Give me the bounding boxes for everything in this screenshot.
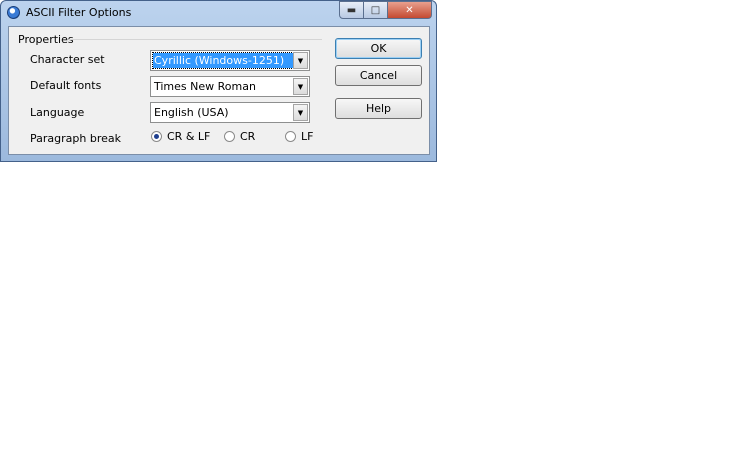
help-button[interactable]: Help — [335, 98, 422, 119]
chevron-down-icon[interactable]: ▼ — [293, 104, 308, 121]
close-icon: ✕ — [405, 4, 414, 16]
radio-lf[interactable]: LF — [285, 130, 313, 143]
chevron-down-icon[interactable]: ▼ — [293, 52, 308, 69]
minimize-icon: ▬ — [346, 4, 357, 16]
ascii-filter-options-dialog: ASCII Filter Options ▬ □ ✕ Properties Ch… — [0, 0, 437, 162]
radio-cr-label: CR — [240, 130, 256, 143]
radio-cr-lf-label: CR & LF — [167, 130, 211, 143]
language-select[interactable]: English (USA) ▼ — [150, 102, 310, 123]
ok-button[interactable]: OK — [335, 38, 422, 59]
window-title: ASCII Filter Options — [26, 6, 132, 19]
radio-dot[interactable] — [224, 131, 235, 142]
default-fonts-label: Default fonts — [30, 79, 102, 92]
default-fonts-value: Times New Roman — [154, 80, 256, 93]
paragraph-break-label: Paragraph break — [30, 132, 121, 145]
radio-cr-lf[interactable]: CR & LF — [151, 130, 210, 143]
character-set-value: Cyrillic (Windows-1251) — [152, 52, 294, 69]
close-button[interactable]: ✕ — [388, 1, 432, 19]
default-fonts-select[interactable]: Times New Roman ▼ — [150, 76, 310, 97]
maximize-icon: □ — [370, 4, 381, 16]
app-icon — [7, 6, 20, 19]
chevron-down-icon[interactable]: ▼ — [293, 78, 308, 95]
cancel-button[interactable]: Cancel — [335, 65, 422, 86]
properties-group-label: Properties — [18, 33, 74, 46]
character-set-select[interactable]: Cyrillic (Windows-1251) ▼ — [150, 50, 310, 71]
dialog-client-area: Properties Character set Cyrillic (Windo… — [8, 26, 430, 155]
radio-cr[interactable]: CR — [224, 130, 255, 143]
caption-buttons: ▬ □ ✕ — [339, 1, 432, 19]
maximize-button[interactable]: □ — [364, 1, 388, 19]
radio-dot-selected[interactable] — [151, 131, 162, 142]
language-value: English (USA) — [154, 106, 229, 119]
language-label: Language — [30, 106, 85, 119]
title-bar[interactable]: ASCII Filter Options ▬ □ ✕ — [1, 1, 436, 25]
radio-dot[interactable] — [285, 131, 296, 142]
radio-lf-label: LF — [301, 130, 314, 143]
group-divider — [69, 39, 322, 40]
minimize-button[interactable]: ▬ — [339, 1, 364, 19]
character-set-label: Character set — [30, 53, 105, 66]
